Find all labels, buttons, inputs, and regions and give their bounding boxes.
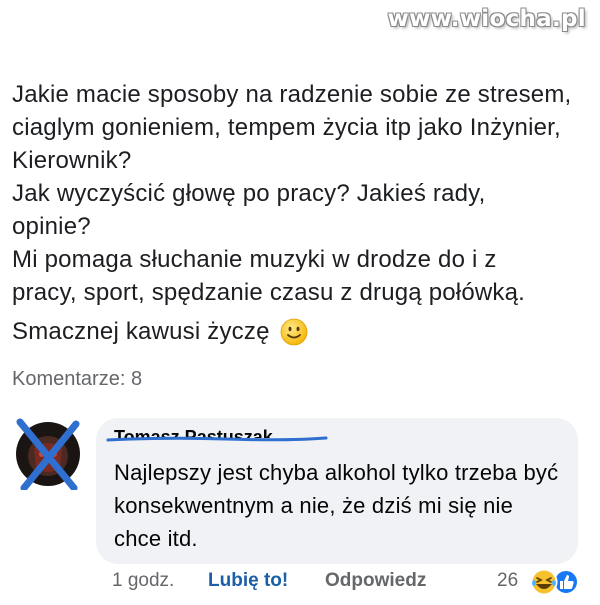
like-button[interactable]: Lubię to! [208, 570, 288, 592]
smiling-face-icon [280, 318, 308, 345]
comment-timestamp[interactable]: 1 godz. [112, 570, 174, 592]
redaction-line [106, 436, 328, 442]
post-line: pracy, sport, spędzanie czasu z drugą po… [12, 279, 526, 306]
comment-actions: 1 godz. Lubię to! Odpowiedz 26 [0, 568, 600, 598]
post-line: Jakie macie sposoby na radzenie sobie ze… [12, 81, 572, 108]
reply-button[interactable]: Odpowiedz [325, 570, 426, 592]
reaction-count[interactable]: 26 [497, 570, 518, 592]
post-closing-line: Smacznej kawusi życzę [12, 315, 592, 348]
post-line: ciaglym gonieniem, tempem życia itp jako… [12, 114, 561, 141]
comment-bubble: Tomasz Pastuszak Najlepszy jest chyba al… [96, 418, 578, 564]
reactions-summary[interactable] [528, 568, 584, 596]
comment-text: Najlepszy jest chyba alkohol tylko trzeb… [114, 460, 559, 551]
post-line: Mi pomaga słuchanie muzyki w drodze do i… [12, 246, 497, 273]
comments-count-link[interactable]: Komentarze: 8 [12, 368, 142, 391]
watermark: www.wiocha.pl [387, 6, 586, 32]
laughing-face-icon [530, 568, 558, 596]
avatar[interactable] [12, 418, 84, 492]
post-closing-text: Smacznej kawusi życzę [12, 318, 270, 345]
post-body: Jakie macie sposoby na radzenie sobie ze… [12, 78, 592, 348]
avatar-image [16, 418, 80, 492]
like-thumb-icon [553, 569, 579, 595]
post-line: opinie? [12, 213, 91, 240]
post-line: Kierownik? [12, 147, 132, 174]
post-line: Jak wyczyścić głowę po pracy? Jakieś rad… [12, 180, 486, 207]
